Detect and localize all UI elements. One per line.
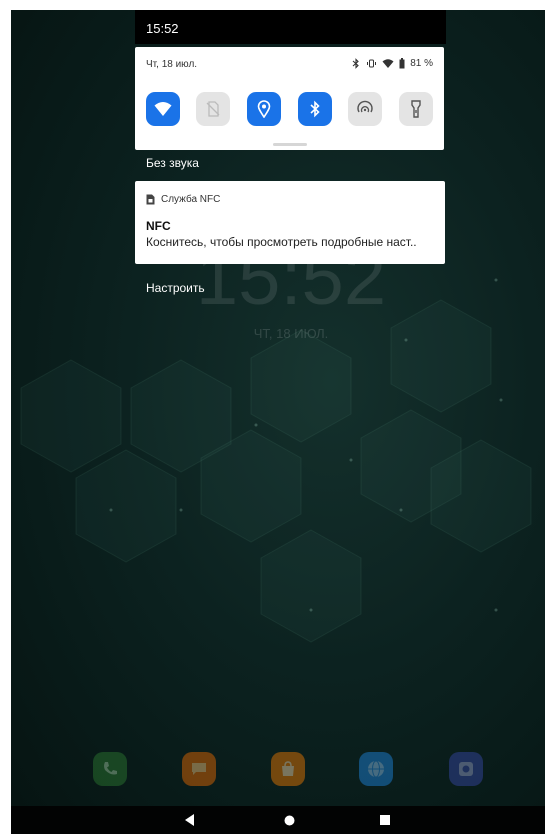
silent-section-label: Без звука: [146, 156, 199, 170]
qs-date: Чт, 18 июл.: [146, 59, 198, 70]
quick-settings-panel: Чт, 18 июл. 81 %: [135, 47, 444, 150]
wifi-tile[interactable]: [146, 92, 180, 126]
location-icon: [257, 100, 271, 118]
qs-status-icons: 81 %: [351, 58, 433, 69]
manage-button[interactable]: Настроить: [146, 281, 205, 295]
notification-text: Коснитесь, чтобы просмотреть подробные н…: [146, 235, 417, 249]
nfc-notification[interactable]: Служба NFC NFC Коснитесь, чтобы просмотр…: [135, 181, 445, 264]
store-icon: [282, 761, 294, 776]
bluetooth-tile[interactable]: [298, 92, 332, 126]
quick-tiles: [146, 92, 433, 128]
nfc-icon: [357, 100, 373, 113]
browser-icon: [368, 760, 384, 778]
qs-drag-handle[interactable]: [273, 143, 307, 146]
wifi-status-icon: [382, 59, 394, 68]
recents-icon: [380, 815, 390, 825]
sim-tile[interactable]: [196, 92, 230, 126]
recents-button[interactable]: [377, 812, 393, 828]
bluetooth-icon: [310, 100, 320, 118]
vibrate-status-icon: [367, 59, 377, 68]
home-icon: [284, 815, 294, 825]
phone-icon: [104, 762, 117, 775]
no-sim-icon: [206, 101, 220, 117]
notification-app-name: Служба NFC: [161, 194, 221, 205]
battery-icon: [399, 58, 405, 69]
device-screen: AR S 15:52 ЧТ, 18 ИЮЛ. 15:52 Чт, 18 июл.…: [11, 10, 545, 834]
wifi-icon: [154, 102, 172, 116]
store-app[interactable]: [271, 752, 305, 786]
sim-card-icon: [146, 194, 155, 205]
navigation-bar: [11, 806, 545, 834]
nfc-tile[interactable]: [348, 92, 382, 126]
browser-app[interactable]: [359, 752, 393, 786]
app-dock: [11, 752, 545, 796]
battery-percent: 81 %: [410, 58, 433, 69]
messages-app[interactable]: [182, 752, 216, 786]
phone-app[interactable]: [93, 752, 127, 786]
status-time: 15:52: [146, 21, 179, 36]
notification-header: Служба NFC: [146, 194, 220, 205]
bluetooth-status-icon: [352, 58, 360, 69]
home-button[interactable]: [281, 812, 297, 828]
flashlight-icon: [411, 100, 421, 118]
flashlight-tile[interactable]: [399, 92, 433, 126]
camera-icon: [459, 762, 473, 776]
back-button[interactable]: [182, 812, 198, 828]
lockscreen-date: ЧТ, 18 ИЮЛ.: [253, 326, 329, 341]
back-icon: [185, 814, 194, 826]
location-tile[interactable]: [247, 92, 281, 126]
notification-title: NFC: [146, 219, 171, 233]
messages-icon: [192, 763, 206, 775]
status-bar: 15:52: [135, 10, 446, 44]
camera-app[interactable]: [449, 752, 483, 786]
